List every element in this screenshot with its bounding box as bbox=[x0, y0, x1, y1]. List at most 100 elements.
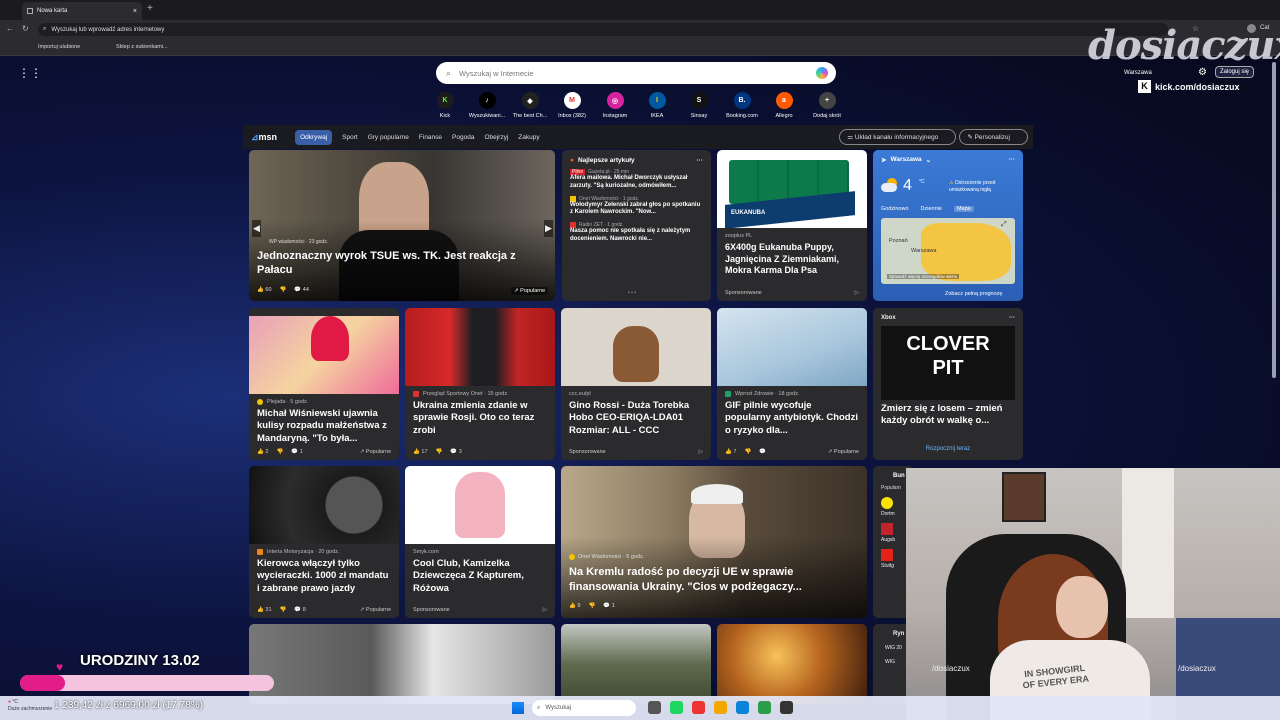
like-icon[interactable]: 👍 9 bbox=[569, 603, 580, 609]
bookmark-dresses[interactable]: Sklep z sukienkami... bbox=[116, 44, 168, 50]
weather-map[interactable]: Poznań Warszawa ⤢ Sprawdź więcej szczegó… bbox=[881, 218, 1015, 284]
comment-icon[interactable]: 💬 8 bbox=[294, 607, 305, 613]
like-icon[interactable]: 👍 60 bbox=[257, 287, 272, 293]
carousel-prev-icon[interactable]: ◀ bbox=[252, 220, 261, 237]
tab-map[interactable]: Mapa bbox=[953, 206, 974, 212]
ad-info-icon[interactable]: ▷ bbox=[855, 290, 859, 296]
expand-icon[interactable]: ⤢ bbox=[1001, 221, 1007, 229]
carousel-next-icon[interactable]: ▶ bbox=[544, 220, 553, 237]
dislike-icon[interactable]: 👎 bbox=[280, 287, 287, 293]
taskbar-app-icon[interactable] bbox=[692, 701, 705, 714]
layout-button[interactable]: ⚌ Układ kanału informacyjnego bbox=[839, 129, 957, 145]
more-icon[interactable]: ··· bbox=[1009, 315, 1015, 321]
ad-card-3[interactable]: Smyk.com Cool Club, Kamizelka Dziewczęca… bbox=[405, 466, 555, 618]
copilot-icon[interactable] bbox=[816, 67, 828, 79]
dislike-icon[interactable]: 👎 bbox=[276, 449, 283, 455]
taskbar-app-icon[interactable] bbox=[670, 701, 683, 714]
tab-gry[interactable]: Gry popularne bbox=[368, 134, 409, 141]
news-card-8[interactable] bbox=[717, 624, 867, 704]
tab-zakupy[interactable]: Zakupy bbox=[518, 134, 539, 141]
back-icon[interactable]: ← bbox=[6, 24, 14, 33]
news-title: Michał Wiśniewski ujawnia kulisy rozpadu… bbox=[257, 408, 387, 444]
hero-title[interactable]: Jednoznaczny wyrok TSUE ws. TK. Jest rea… bbox=[257, 249, 537, 278]
tab-finanse[interactable]: Finanse bbox=[419, 134, 442, 141]
comments: 1 bbox=[611, 603, 615, 609]
page-icon bbox=[27, 8, 33, 14]
weather-card[interactable]: ➤ Warszawa ⌄ ··· 4 °C ⚠ Ostrzeżenie przed u… bbox=[873, 150, 1023, 301]
more-icon[interactable]: ··· bbox=[697, 157, 704, 164]
taskbar-search[interactable]: ⌕ Wyszukaj bbox=[532, 700, 636, 716]
tab-new[interactable]: Nowa karta × bbox=[22, 2, 142, 20]
tab-obejrzyj[interactable]: Obejrzyj bbox=[484, 134, 508, 141]
xbox-card[interactable]: Xbox ··· CLOVER PIT Zmierz się z losem – … bbox=[873, 308, 1023, 460]
taskbar-app-icon[interactable] bbox=[758, 701, 771, 714]
dislike-icon[interactable]: 👎 bbox=[436, 449, 443, 455]
msn-logo[interactable]: ⊿msn bbox=[251, 132, 287, 143]
news-title: Kierowca włączył tylko wycieraczki. 1000… bbox=[257, 558, 389, 594]
more-icon[interactable]: ··· bbox=[1009, 156, 1016, 164]
scrollbar[interactable] bbox=[1272, 62, 1276, 378]
tab-odkrywaj[interactable]: Odkrywaj bbox=[295, 129, 333, 145]
location-label[interactable]: Warszawa bbox=[1124, 70, 1152, 76]
weather-alert[interactable]: ⚠ Ostrzeżenie przed umiarkowaną mgłą bbox=[949, 180, 1015, 193]
watermark-logo: dosiaczux bbox=[1088, 22, 1280, 69]
news-card-1[interactable]: Plejada · 5 godz. Michał Wiśniewski ujaw… bbox=[249, 308, 399, 460]
address-bar[interactable]: ⌕ Wyszukaj lub wprowadź adres internetowy bbox=[38, 23, 1168, 36]
ad-card[interactable]: EUKANUBA zooplus PL 6X400g Eukanuba Pupp… bbox=[717, 150, 867, 301]
ad-info-icon[interactable]: ▷ bbox=[543, 607, 547, 613]
like-icon[interactable]: 👍 7 bbox=[725, 449, 736, 455]
tab-sport[interactable]: Sport bbox=[342, 134, 358, 141]
ad-card-2[interactable]: ccc.eu/pl Gino Rossi - Duża Torebka Hobo… bbox=[561, 308, 711, 460]
start-icon[interactable] bbox=[512, 702, 524, 714]
web-search-input[interactable]: ⌕ Wyszukaj w Internecie bbox=[436, 62, 836, 84]
apps-grid-icon[interactable]: ⋮⋮ bbox=[18, 66, 42, 80]
ad-info-icon[interactable]: ▷ bbox=[699, 449, 703, 455]
cam-social-1: /dosiaczux bbox=[932, 664, 970, 673]
tab-pogoda[interactable]: Pogoda bbox=[452, 134, 474, 141]
tab-daily[interactable]: Dziennie bbox=[921, 206, 942, 212]
taskbar-app-icon[interactable] bbox=[648, 701, 661, 714]
personalize-button[interactable]: ✎ Personalizuj bbox=[959, 129, 1028, 145]
taskbar-app-icon[interactable] bbox=[736, 701, 749, 714]
comments: 8 bbox=[302, 607, 306, 613]
article-item[interactable]: Onet Wiadomości · 1 godz. Wołodymyr Zełen… bbox=[562, 195, 711, 218]
msn-nav: ⊿msn Odkrywaj Sport Gry popularne Finans… bbox=[243, 125, 1033, 149]
shortcut-10[interactable]: + Dodaj skrót bbox=[802, 92, 852, 119]
comment-icon[interactable]: 💬 1 bbox=[603, 603, 614, 609]
chevron-down-icon[interactable]: ⌄ bbox=[926, 156, 931, 164]
news-card-2[interactable]: Przegląd Sportowy Onet · 15 godz. Ukrain… bbox=[405, 308, 555, 460]
taskbar-app-icon[interactable] bbox=[780, 701, 793, 714]
news-card-4[interactable]: Interia Motoryzacja · 20 godz. Kierowca … bbox=[249, 466, 399, 618]
close-icon[interactable]: × bbox=[133, 8, 137, 15]
comment-icon[interactable]: 💬 bbox=[759, 449, 766, 455]
like-icon[interactable]: 👍 17 bbox=[413, 449, 428, 455]
xbox-cta[interactable]: Rozpocznij teraz bbox=[873, 446, 1023, 452]
article-item[interactable]: Radio ZET · 1 godz. Nasza pomoc nie spotk… bbox=[562, 222, 711, 244]
like-icon[interactable]: 👍 31 bbox=[257, 607, 272, 613]
like-icon[interactable]: 👍 2 bbox=[257, 449, 268, 455]
news-card-3[interactable]: Wprost Zdrowie · 18 godz. GIF pilnie wyc… bbox=[717, 308, 867, 460]
dislike-icon[interactable]: 👎 bbox=[588, 603, 595, 609]
bookmark-import[interactable]: Importuj ulubione bbox=[38, 44, 80, 50]
forecast-link[interactable]: Zobacz pełną prognozę bbox=[945, 291, 1002, 297]
new-tab-icon[interactable]: + bbox=[147, 3, 153, 14]
hero-card[interactable]: ◀ ▶ WP wiadomości · 23 godz. Jednoznaczn… bbox=[249, 150, 555, 301]
comment-icon[interactable]: 💬 44 bbox=[294, 287, 309, 293]
taskbar-weather[interactable]: ● °C Duże zachmurzenie bbox=[8, 699, 52, 713]
news-card-7[interactable] bbox=[561, 624, 711, 704]
comment-icon[interactable]: 💬 1 bbox=[291, 449, 302, 455]
weather-city[interactable]: Warszawa bbox=[890, 156, 921, 164]
article-item[interactable]: Pilne Gazeta.pl · 25 min Afera mailowa. Mi… bbox=[562, 169, 711, 191]
dislike-icon[interactable]: 👎 bbox=[280, 607, 287, 613]
comment-icon[interactable]: 💬 3 bbox=[450, 449, 461, 455]
alerts-link[interactable]: Sprawdź więcej szczegółów alertu bbox=[887, 274, 960, 279]
team-logo bbox=[881, 497, 893, 509]
news-card-5[interactable]: Onet Wiadomości · 5 godz. Na Kremlu rado… bbox=[561, 466, 867, 618]
reload-icon[interactable]: ↻ bbox=[22, 24, 29, 33]
news-card-6[interactable] bbox=[249, 624, 555, 704]
dislike-icon[interactable]: 👎 bbox=[744, 449, 751, 455]
tab-hourly[interactable]: Godzinowo bbox=[881, 206, 909, 212]
source-logo bbox=[257, 549, 263, 555]
shortcut-icon: I bbox=[648, 92, 666, 109]
taskbar-app-icon[interactable] bbox=[714, 701, 727, 714]
